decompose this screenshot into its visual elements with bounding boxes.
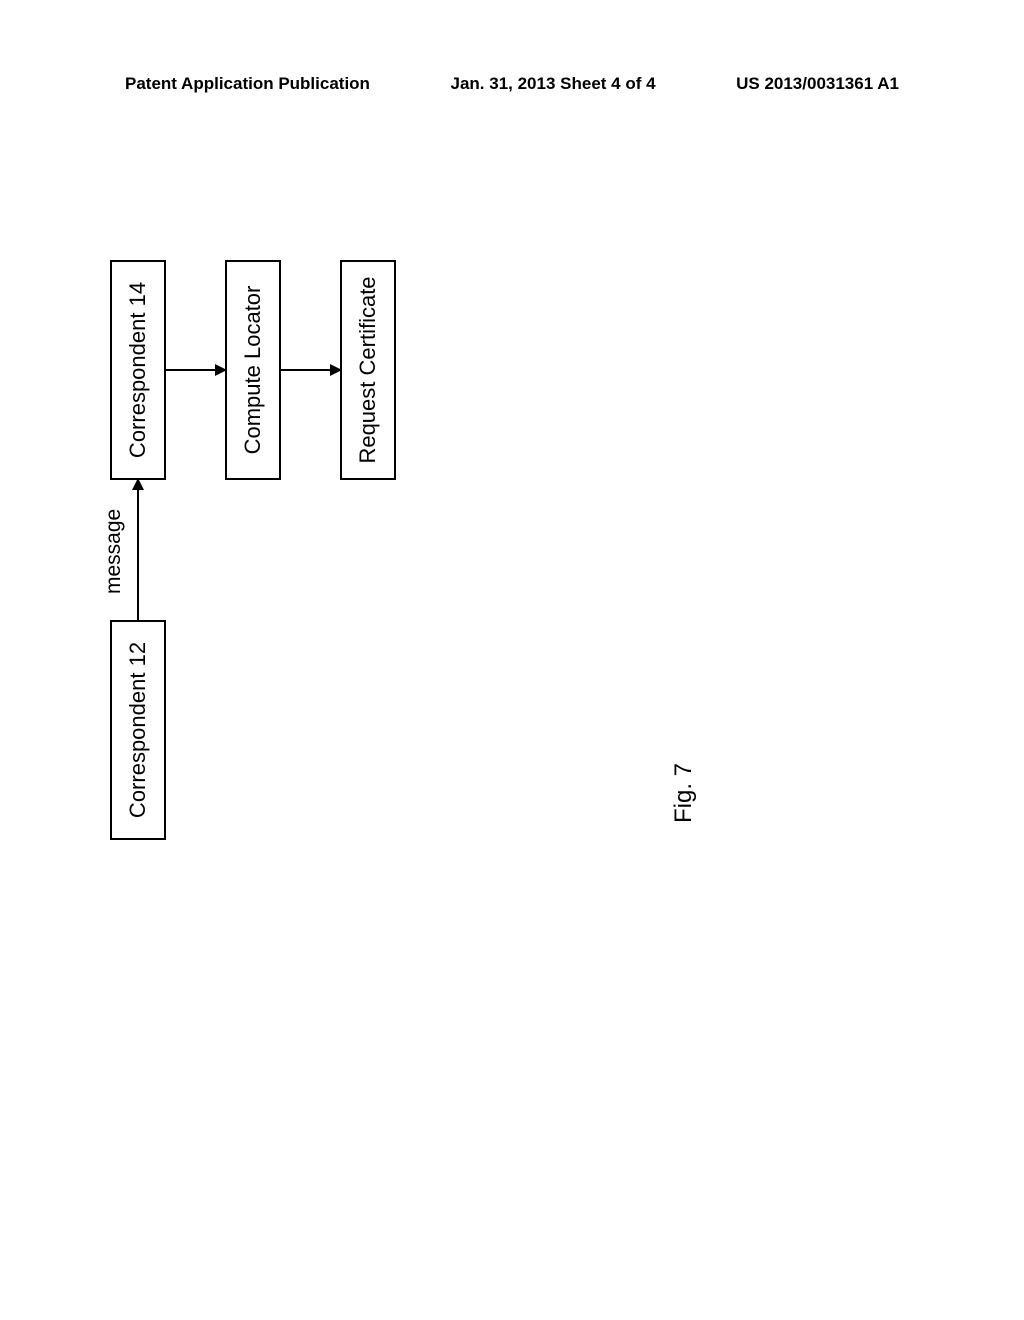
box-label: Correspondent 14: [125, 282, 151, 458]
header-publication-number: US 2013/0031361 A1: [736, 74, 899, 94]
arrow-to-request-certificate: [281, 369, 340, 371]
flowchart-diagram: Correspondent 12 message Correspondent 1…: [110, 280, 710, 840]
box-compute-locator: Compute Locator: [225, 260, 281, 480]
arrow-message: [137, 480, 139, 620]
header-publication-type: Patent Application Publication: [125, 74, 370, 94]
arrow-to-compute-locator: [166, 369, 225, 371]
page-header: Patent Application Publication Jan. 31, …: [0, 74, 1024, 94]
box-label: Request Certificate: [355, 276, 381, 463]
box-correspondent-14: Correspondent 14: [110, 260, 166, 480]
box-correspondent-12: Correspondent 12: [110, 620, 166, 840]
box-label: Compute Locator: [240, 286, 266, 455]
box-label: Correspondent 12: [125, 642, 151, 818]
figure-label: Fig. 7: [670, 763, 698, 823]
header-date-sheet: Jan. 31, 2013 Sheet 4 of 4: [451, 74, 656, 94]
box-request-certificate: Request Certificate: [340, 260, 396, 480]
message-label: message: [102, 509, 126, 594]
